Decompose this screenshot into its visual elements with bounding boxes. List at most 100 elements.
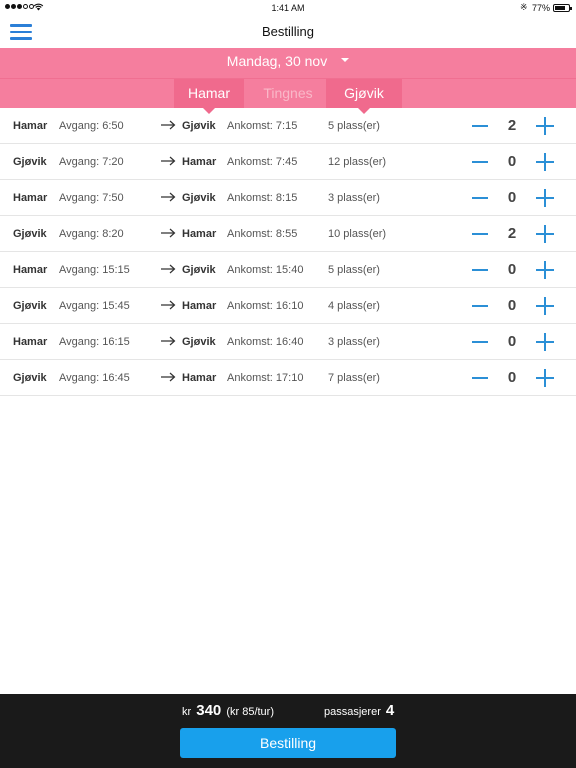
trip-arrival: Ankomst: 7:45 <box>227 156 298 168</box>
trip-origin: Gjøvik <box>13 300 47 312</box>
trip-seats: 5 plass(er) <box>328 120 380 132</box>
increment-button[interactable] <box>536 261 554 279</box>
trip-destination: Hamar <box>182 228 217 240</box>
trip-row: Hamar Avgang: 15:15 Gjøvik Ankomst: 15:40 5 … <box>0 252 576 288</box>
caret-down-icon <box>341 57 350 62</box>
arrow-right-icon <box>161 120 176 130</box>
passengers-label: passasjerer <box>324 706 381 718</box>
passenger-count: 0 <box>507 261 517 278</box>
increment-button[interactable] <box>536 297 554 315</box>
trip-origin: Gjøvik <box>13 372 47 384</box>
date-selector[interactable]: Mandag, 30 nov <box>0 48 576 78</box>
increment-button[interactable] <box>536 225 554 243</box>
trip-row: Gjøvik Avgang: 16:45 Hamar Ankomst: 17:10 7 … <box>0 360 576 396</box>
status-bar: 1:41 AM ※ 77% <box>0 0 576 16</box>
decrement-button[interactable] <box>472 305 488 307</box>
trip-seats: 10 plass(er) <box>328 228 387 240</box>
passengers-count: 4 <box>385 702 395 719</box>
passenger-count: 2 <box>507 225 517 242</box>
arrow-right-icon <box>161 300 176 310</box>
passenger-count: 0 <box>507 189 517 206</box>
arrow-right-icon <box>161 264 176 274</box>
trip-seats: 3 plass(er) <box>328 336 380 348</box>
tab-hamar[interactable]: Hamar <box>174 79 244 114</box>
battery-percent: 77% <box>532 3 551 13</box>
battery-icon <box>553 4 572 12</box>
trip-destination: Hamar <box>182 300 217 312</box>
price-currency: kr <box>182 706 192 718</box>
trip-origin: Hamar <box>13 192 48 204</box>
tab-tingnes[interactable]: Tingnes <box>250 79 326 108</box>
price-per-trip: (kr 85/tur) <box>226 706 275 718</box>
passenger-count: 0 <box>507 333 517 350</box>
decrement-button[interactable] <box>472 197 488 199</box>
arrow-right-icon <box>161 156 176 166</box>
arrow-right-icon <box>161 372 176 382</box>
trip-list: Hamar Avgang: 6:50 Gjøvik Ankomst: 7:15 5 pl… <box>0 108 576 396</box>
price-summary: kr 340 (kr 85/tur) <box>182 702 274 719</box>
trip-seats: 4 plass(er) <box>328 300 380 312</box>
trip-departure: Avgang: 6:50 <box>59 120 124 132</box>
increment-button[interactable] <box>536 189 554 207</box>
arrow-right-icon <box>161 228 176 238</box>
trip-origin: Hamar <box>13 336 48 348</box>
passenger-summary: passasjerer 4 <box>324 702 394 719</box>
trip-seats: 3 plass(er) <box>328 192 380 204</box>
passenger-count: 0 <box>507 153 517 170</box>
trip-destination: Gjøvik <box>182 336 216 348</box>
bluetooth-icon: ※ <box>520 2 528 12</box>
trip-seats: 7 plass(er) <box>328 372 380 384</box>
page-title: Bestilling <box>261 24 315 39</box>
status-time: 1:41 AM <box>271 3 305 13</box>
trip-arrival: Ankomst: 16:10 <box>227 300 304 312</box>
trip-origin: Hamar <box>13 264 48 276</box>
increment-button[interactable] <box>536 369 554 387</box>
trip-departure: Avgang: 7:20 <box>59 156 124 168</box>
trip-destination: Hamar <box>182 372 217 384</box>
trip-seats: 12 plass(er) <box>328 156 387 168</box>
trip-row: Hamar Avgang: 6:50 Gjøvik Ankomst: 7:15 5 pl… <box>0 108 576 144</box>
decrement-button[interactable] <box>472 341 488 343</box>
trip-departure: Avgang: 15:45 <box>59 300 130 312</box>
order-button[interactable]: Bestilling <box>180 728 396 758</box>
trip-origin: Hamar <box>13 120 48 132</box>
decrement-button[interactable] <box>472 161 488 163</box>
decrement-button[interactable] <box>472 377 488 379</box>
trip-arrival: Ankomst: 16:40 <box>227 336 304 348</box>
trip-origin: Gjøvik <box>13 156 47 168</box>
increment-button[interactable] <box>536 153 554 171</box>
trip-seats: 5 plass(er) <box>328 264 380 276</box>
trip-arrival: Ankomst: 17:10 <box>227 372 304 384</box>
app-root: 1:41 AM ※ 77% Bestilling Mandag, 30 nov … <box>0 0 576 768</box>
tab-gjovik[interactable]: Gjøvik <box>326 79 402 114</box>
trip-row: Gjøvik Avgang: 7:20 Hamar Ankomst: 7:45 12 p… <box>0 144 576 180</box>
arrow-right-icon <box>161 336 176 346</box>
trip-arrival: Ankomst: 15:40 <box>227 264 304 276</box>
decrement-button[interactable] <box>472 125 488 127</box>
trip-row: Gjøvik Avgang: 15:45 Hamar Ankomst: 16:10 4 … <box>0 288 576 324</box>
route-tab-bar: Hamar Tingnes Gjøvik <box>0 78 576 114</box>
order-footer: kr 340 (kr 85/tur) passasjerer 4 Bestill… <box>0 694 576 768</box>
trip-departure: Avgang: 7:50 <box>59 192 124 204</box>
passenger-count: 0 <box>507 297 517 314</box>
decrement-button[interactable] <box>472 269 488 271</box>
increment-button[interactable] <box>536 117 554 135</box>
trip-origin: Gjøvik <box>13 228 47 240</box>
trip-row: Hamar Avgang: 16:15 Gjøvik Ankomst: 16:40 3 … <box>0 324 576 360</box>
trip-departure: Avgang: 16:45 <box>59 372 130 384</box>
passenger-count: 2 <box>507 117 517 134</box>
decrement-button[interactable] <box>472 233 488 235</box>
trip-destination: Gjøvik <box>182 120 216 132</box>
trip-destination: Gjøvik <box>182 264 216 276</box>
trip-destination: Gjøvik <box>182 192 216 204</box>
trip-departure: Avgang: 16:15 <box>59 336 130 348</box>
trip-arrival: Ankomst: 7:15 <box>227 120 298 132</box>
trip-arrival: Ankomst: 8:55 <box>227 228 298 240</box>
price-total: 340 <box>196 702 222 719</box>
trip-arrival: Ankomst: 8:15 <box>227 192 298 204</box>
trip-row: Gjøvik Avgang: 8:20 Hamar Ankomst: 8:55 10 p… <box>0 216 576 252</box>
trip-row: Hamar Avgang: 7:50 Gjøvik Ankomst: 8:15 3 pl… <box>0 180 576 216</box>
increment-button[interactable] <box>536 333 554 351</box>
trip-destination: Hamar <box>182 156 217 168</box>
passenger-count: 0 <box>507 369 517 386</box>
